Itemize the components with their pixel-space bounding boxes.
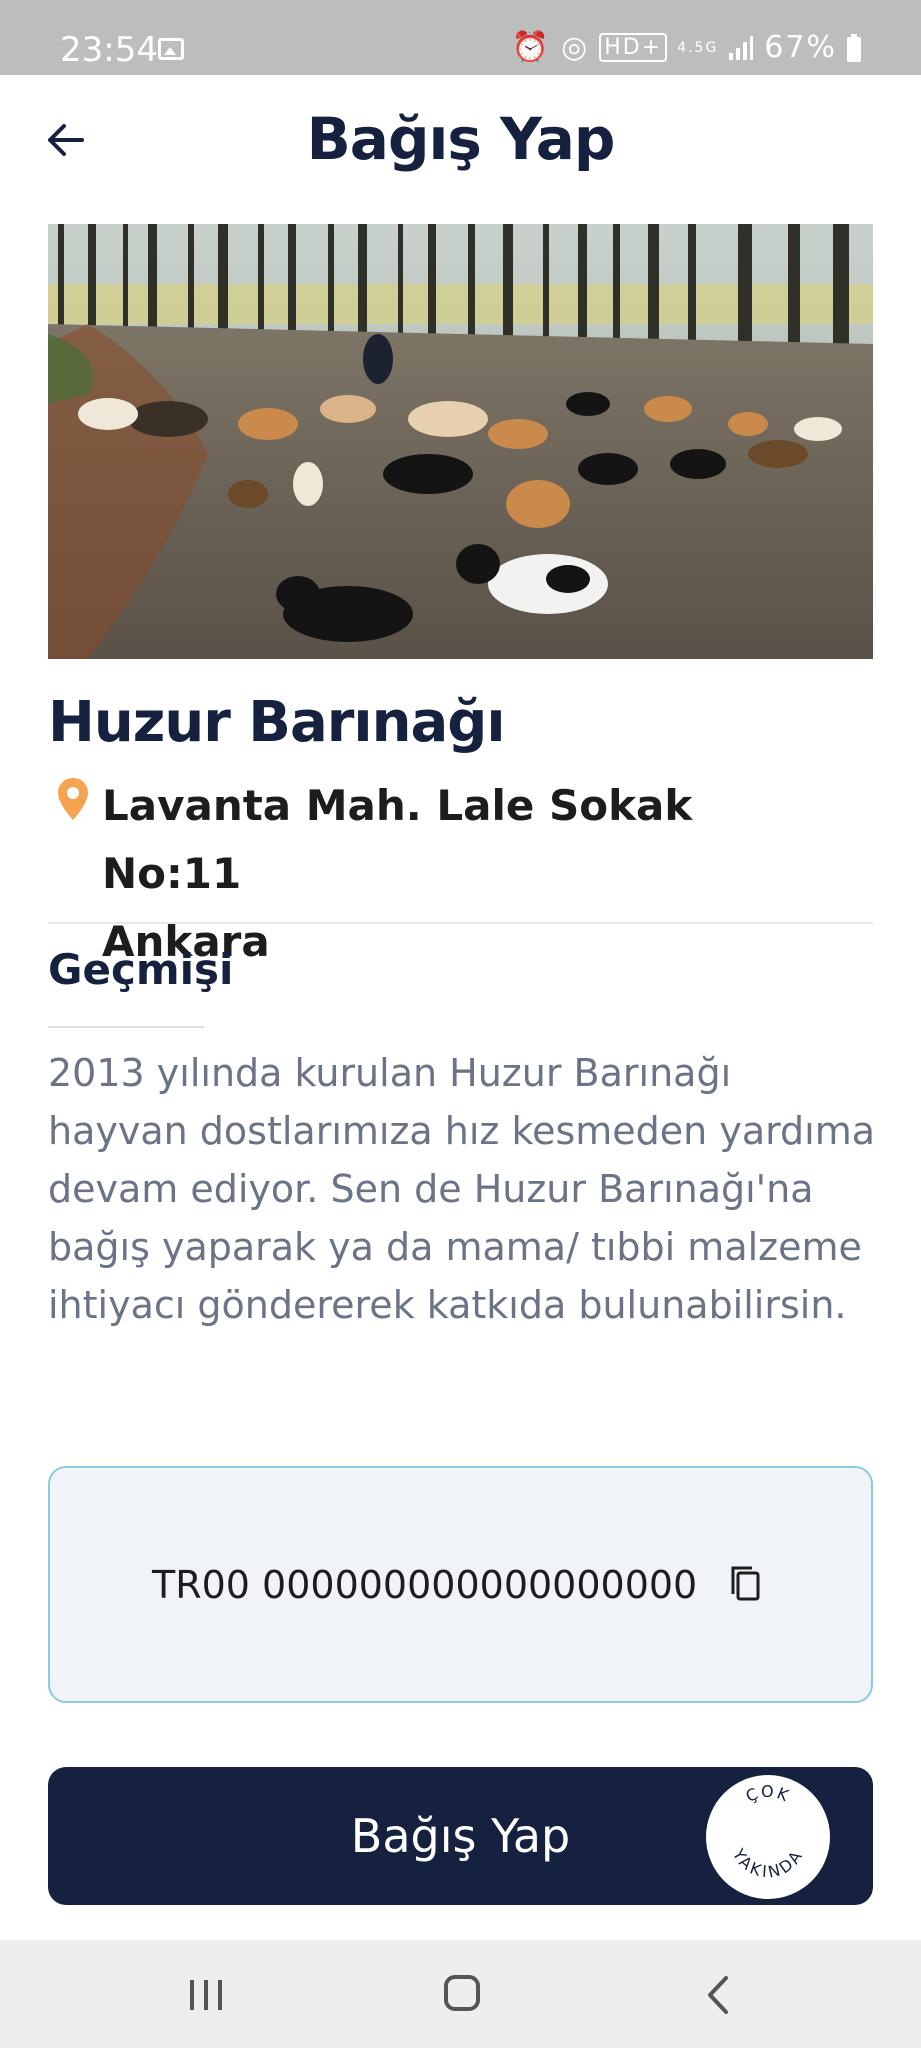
recent-apps-icon[interactable] — [176, 1970, 236, 2020]
address-line-1: Lavanta Mah. Lale Sokak No:11 — [102, 781, 693, 898]
shelter-photo — [48, 224, 873, 659]
history-text: 2013 yılında kurulan Huzur Barınağı hayv… — [48, 1051, 876, 1327]
battery-icon — [847, 33, 861, 62]
history-underline — [48, 1026, 204, 1028]
home-icon[interactable] — [432, 1970, 492, 2020]
shelter-name: Huzur Barınağı — [48, 690, 506, 755]
alarm-icon: ⏰ — [511, 30, 552, 65]
status-bar: 23:54 ⏰ ◎ HD+ 4.5G 67% — [0, 0, 921, 75]
divider — [48, 922, 873, 924]
back-icon[interactable] — [690, 1970, 750, 2020]
status-time: 23:54 — [60, 30, 158, 70]
copy-icon[interactable] — [728, 1564, 762, 1604]
system-nav-bar — [0, 1940, 921, 2048]
gallery-icon — [158, 38, 184, 60]
hotspot-icon: ◎ — [561, 30, 590, 65]
signal-icon — [729, 35, 754, 60]
network-type: 4.5G — [677, 39, 719, 56]
location-pin-icon — [58, 778, 88, 820]
donate-button[interactable]: Bağış Yap ÇOK YAKINDA — [48, 1767, 873, 1905]
page-title: Bağış Yap — [306, 105, 616, 173]
status-icons: ⏰ ◎ HD+ 4.5G 67% — [512, 30, 861, 65]
iban-value: TR00 000000000000000000 — [152, 1563, 698, 1607]
battery-level: 67% — [764, 30, 837, 65]
hd-icon: HD+ — [599, 33, 668, 62]
coming-soon-badge: ÇOK YAKINDA — [706, 1775, 830, 1899]
history-title: Geçmişi — [48, 945, 234, 994]
iban-card: TR00 000000000000000000 — [48, 1466, 873, 1703]
app-header: Bağış Yap — [0, 75, 921, 205]
